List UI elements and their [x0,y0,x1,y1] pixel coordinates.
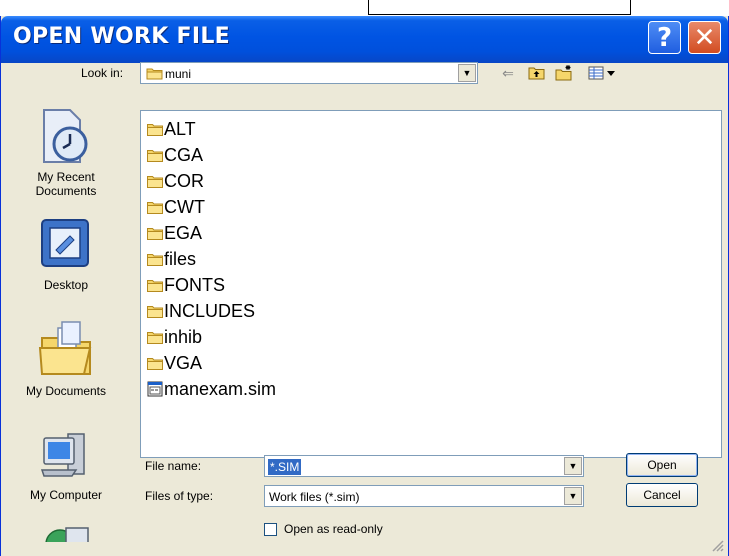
file-name: manexam.sim [164,378,277,399]
file-name-label: File name: [145,459,202,473]
folder-icon [147,123,163,136]
folder-list-item[interactable]: inhib [147,325,202,349]
back-button[interactable]: ⇐ [497,62,519,84]
folder-icon [147,149,163,162]
chevron-down-icon[interactable]: ▼ [564,457,582,475]
folder-icon [147,357,163,370]
folder-icon [147,175,163,188]
look-in-value: muni [165,67,192,81]
folder-icon [147,305,163,318]
look-in-label: Look in: [81,66,124,80]
view-menu-icon [588,66,615,80]
my-computer-icon [40,433,85,477]
file-name-input[interactable]: *.SIM ▼ [264,455,584,477]
recent-documents-icon [43,109,88,163]
folder-icon [147,201,163,214]
chevron-down-icon[interactable]: ▼ [458,64,476,82]
back-arrow-icon: ⇐ [502,64,514,81]
folder-icon [147,279,163,292]
file-type-label: Files of type: [145,489,214,503]
file-name: EGA [164,222,203,243]
file-name: COR [164,170,204,191]
open-file-dialog: OPEN WORK FILE ? ✕ Look in: muni ▼ ⇐ My … [0,16,729,556]
folder-list-item[interactable]: VGA [147,351,202,375]
file-type-dropdown[interactable]: Work files (*.sim) ▼ [264,485,584,507]
file-name-value: *.SIM [268,459,302,475]
folder-list-item[interactable]: EGA [147,221,202,245]
place-my-documents[interactable]: My Documents [1,320,131,398]
up-one-level-button[interactable] [525,62,547,84]
view-menu-button[interactable] [581,62,625,84]
read-only-checkbox[interactable] [264,523,277,536]
place-label-recent-1: My Recent [37,170,95,184]
file-name: CGA [164,144,204,165]
file-name: CWT [164,196,205,217]
folder-icon [147,331,163,344]
file-name: ALT [164,118,196,139]
place-label-my-documents: My Documents [25,384,107,398]
place-label-my-computer: My Computer [29,488,103,502]
folder-icon [147,227,163,240]
chevron-down-icon[interactable]: ▼ [564,487,582,505]
window-title: OPEN WORK FILE [13,24,231,49]
folder-list-item[interactable]: ALT [147,117,196,141]
folder-list-item[interactable]: COR [147,169,204,193]
read-only-label: Open as read-only [284,522,383,536]
open-button[interactable]: Open [626,453,698,477]
places-bar: My Recent Documents Desktop My Documents [1,92,131,542]
folder-list-item[interactable]: FONTS [147,273,225,297]
background-window-fragment [368,0,631,15]
place-label-recent-2: Documents [35,184,97,198]
desktop-icon [41,219,89,267]
title-bar[interactable]: OPEN WORK FILE ? ✕ [1,16,728,63]
cancel-button[interactable]: Cancel [626,483,698,507]
place-network[interactable] [1,522,131,542]
network-icon [45,527,89,542]
up-folder-icon [528,67,544,80]
place-label-desktop: Desktop [43,278,89,292]
close-icon: ✕ [693,22,716,53]
place-desktop[interactable]: Desktop [1,214,131,292]
folder-list-item[interactable]: files [147,247,196,271]
help-icon: ? [656,22,673,53]
file-name: inhib [164,326,203,347]
file-list[interactable]: ALT CGA COR CWT EGA files FONTS INCLUDES inhib VG… [140,110,722,458]
file-name: INCLUDES [164,300,256,321]
new-folder-button[interactable] [553,62,575,84]
folder-list-item[interactable]: INCLUDES [147,299,255,323]
file-name: FONTS [164,274,225,295]
file-type-value: Work files (*.sim) [269,490,360,504]
place-my-recent-documents[interactable]: My Recent Documents [1,106,131,198]
folder-icon [147,253,163,266]
folder-list-item[interactable]: CWT [147,195,205,219]
place-my-computer[interactable]: My Computer [1,428,131,502]
close-button[interactable]: ✕ [688,21,721,54]
new-folder-icon [555,65,572,81]
file-name: VGA [164,352,203,373]
folder-icon [146,68,163,80]
my-documents-icon [38,321,92,375]
file-name: files [164,248,197,269]
help-button[interactable]: ? [648,21,681,54]
look-in-dropdown[interactable]: muni ▼ [140,62,478,84]
file-list-item[interactable]: manexam.sim [147,377,276,401]
resize-grip-icon[interactable] [710,538,724,552]
document-file-icon [147,381,163,397]
folder-list-item[interactable]: CGA [147,143,203,167]
